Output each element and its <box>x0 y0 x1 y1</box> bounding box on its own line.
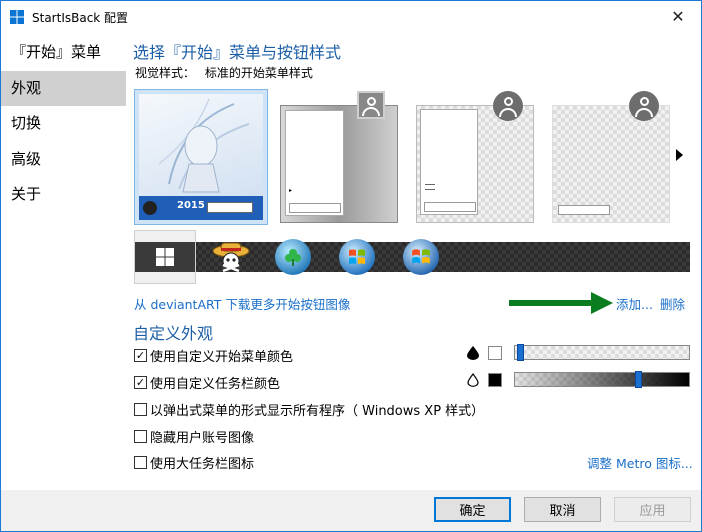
slider-thumb[interactable] <box>517 344 524 361</box>
option-label: 以弹出式菜单的形式显示所有程序（ Windows XP 样式） <box>150 404 485 419</box>
visual-style-line: 视觉样式： 标准的开始菜单样式 <box>135 64 319 81</box>
option-label: 使用自定义开始菜单颜色 <box>150 350 294 365</box>
sidebar-item-advanced[interactable]: 高级 <box>1 142 126 177</box>
thumbnail-orb <box>143 201 157 215</box>
startmenu-transparency-slider[interactable] <box>514 344 690 361</box>
sidebar-item-start-menu[interactable]: 『开始』菜单 <box>1 35 126 70</box>
taskbar-color-swatch[interactable] <box>488 373 502 387</box>
windows-logo-icon <box>156 248 174 266</box>
thumbnail-wallpaper <box>139 94 263 196</box>
thumbnail-arrow-marker: ▸ <box>289 187 293 194</box>
delete-link[interactable]: 删除 <box>660 294 685 313</box>
chevron-right-icon[interactable] <box>676 149 683 161</box>
option-large-taskbar-icons[interactable]: 使用大任务栏图标 <box>134 453 254 472</box>
add-link[interactable]: 添加... <box>616 294 653 313</box>
adjust-metro-icons-link[interactable]: 调整 Metro 图标... <box>587 453 693 472</box>
style-thumbnail-4[interactable] <box>550 89 684 225</box>
straw-hat-icon <box>212 242 250 273</box>
start-button-option-4[interactable] <box>326 230 388 284</box>
visual-style-label: 视觉样式： <box>135 66 196 80</box>
thumbnail-list-marker <box>425 184 435 190</box>
start-button-option-1[interactable] <box>134 230 196 284</box>
checkbox[interactable] <box>134 456 147 469</box>
style-thumbnail-3[interactable] <box>414 89 548 225</box>
green-arrow-icon <box>509 292 613 314</box>
sidebar-item-about[interactable]: 关于 <box>1 177 126 212</box>
option-label: 隐藏用户账号图像 <box>150 431 255 446</box>
style-thumbnail-1[interactable]: 2015 <box>134 89 268 225</box>
option-label: 使用自定义任务栏颜色 <box>150 377 281 392</box>
slider-thumb[interactable] <box>635 371 642 388</box>
page-title: 选择『开始』菜单与按钮样式 <box>133 43 342 62</box>
visual-style-value: 标准的开始菜单样式 <box>204 66 313 80</box>
config-window: StartIsBack 配置 ✕ 『开始』菜单 外观 切换 高级 关于 选择『开… <box>0 0 702 532</box>
title-bar: StartIsBack 配置 ✕ <box>1 1 701 32</box>
thumbnail-taskbar: 2015 <box>139 196 263 220</box>
thumbnail-menu-panel: ▸ <box>285 110 344 216</box>
sidebar-item-appearance[interactable]: 外观 <box>1 71 126 106</box>
thumbnail-search-box <box>207 202 253 213</box>
windows7-orb-icon <box>403 239 439 275</box>
windows7-orb-icon <box>339 239 375 275</box>
checkbox[interactable] <box>134 430 147 443</box>
thumbnail-banner-text: 2015 <box>177 200 205 211</box>
sidebar-item-switch[interactable]: 切换 <box>1 106 126 141</box>
user-icon <box>493 91 523 121</box>
start-button-option-2[interactable] <box>200 230 262 284</box>
start-button-option-5[interactable] <box>390 230 452 284</box>
user-icon <box>629 91 659 121</box>
option-label: 使用大任务栏图标 <box>150 457 255 472</box>
anime-figure-image <box>158 98 250 193</box>
custom-appearance-heading: 自定义外观 <box>133 324 214 343</box>
option-popup-all-programs[interactable]: 以弹出式菜单的形式显示所有程序（ Windows XP 样式） <box>134 400 484 419</box>
sidebar: 『开始』菜单 外观 切换 高级 关于 <box>1 32 126 491</box>
checkbox[interactable]: ✓ <box>134 376 147 389</box>
cancel-button[interactable]: 取消 <box>524 497 601 522</box>
option-custom-taskbar-color[interactable]: ✓ 使用自定义任务栏颜色 <box>134 373 280 392</box>
ok-button[interactable]: 确定 <box>434 497 511 522</box>
app-icon <box>10 10 24 24</box>
window-title: StartIsBack 配置 <box>32 11 129 25</box>
style-thumbnail-2[interactable]: ▸ <box>278 89 412 225</box>
thumbnail-menu-panel <box>420 109 478 215</box>
taskbar-transparency-slider[interactable] <box>514 371 690 388</box>
user-icon <box>357 91 385 119</box>
start-button-option-3[interactable] <box>262 230 324 284</box>
startmenu-color-swatch[interactable] <box>488 346 502 360</box>
water-drop-outline-icon <box>467 373 479 387</box>
apply-button[interactable]: 应用 <box>614 497 691 522</box>
checkbox[interactable]: ✓ <box>134 349 147 362</box>
thumbnail-search-box <box>424 202 476 212</box>
option-hide-user-picture[interactable]: 隐藏用户账号图像 <box>134 427 254 446</box>
start-button-strip <box>134 230 690 284</box>
thumbnail-search-box <box>558 205 610 215</box>
clover-orb-icon <box>275 239 311 275</box>
water-drop-icon <box>467 346 479 360</box>
thumbnail-search-box <box>289 203 341 213</box>
close-icon[interactable]: ✕ <box>655 1 701 32</box>
option-custom-startmenu-color[interactable]: ✓ 使用自定义开始菜单颜色 <box>134 346 293 365</box>
checkbox[interactable] <box>134 403 147 416</box>
download-more-link[interactable]: 从 deviantART 下载更多开始按钮图像 <box>134 294 350 313</box>
